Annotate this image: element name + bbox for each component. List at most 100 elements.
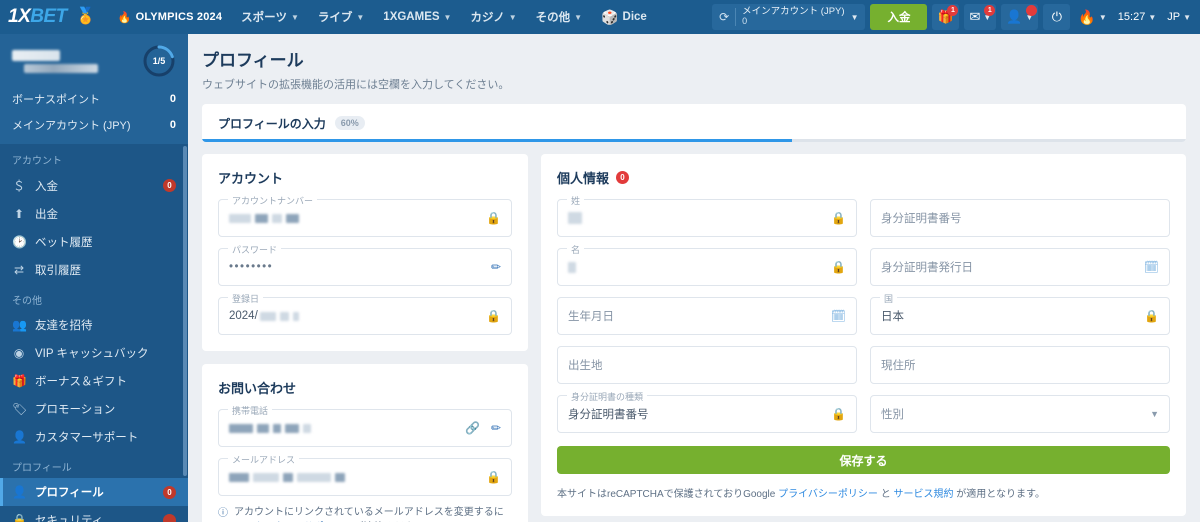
sidebar-item-bonus-gifts[interactable]: 🎁 ボーナス＆ギフト bbox=[0, 367, 188, 395]
clock-selector[interactable]: 15:27 ▼ bbox=[1115, 11, 1159, 23]
gender-select[interactable]: 性別 ▼ bbox=[870, 395, 1170, 433]
chevron-down-icon[interactable]: ▼ bbox=[1150, 409, 1159, 419]
account-name: メインアカウント (JPY) bbox=[742, 5, 845, 17]
lock-icon: 🔒 bbox=[486, 470, 501, 484]
privacy-policy-link[interactable]: プライバシーポリシー bbox=[778, 489, 878, 500]
terms-of-service-link[interactable]: サービス規約 bbox=[893, 489, 953, 500]
sidebar-section-account: アカウント bbox=[12, 156, 62, 167]
profile-progress-ring: 1/5 bbox=[142, 44, 176, 78]
pencil-icon[interactable]: ✏ bbox=[491, 421, 501, 435]
note-text: アカウントにリンクされているメールアドレスを変更するには、 bbox=[234, 507, 504, 522]
personal-info-label: 個人情報 bbox=[557, 171, 610, 186]
messages-button[interactable]: ✉ ▼ 1 bbox=[964, 4, 997, 30]
account-card: アカウント アカウントナンバー 🔒 パスワード •••••••• ✏ 登録日 2… bbox=[202, 154, 528, 351]
registration-date-value: 2024/ bbox=[229, 310, 258, 322]
firstname-masked-value bbox=[568, 261, 576, 273]
sidebar-item-label: 友達を招待 bbox=[35, 320, 93, 332]
calendar-icon[interactable]: 🗓 bbox=[1144, 260, 1159, 274]
nav-item-live[interactable]: ライブ ▼ bbox=[318, 9, 364, 25]
nav-item-sports[interactable]: スポーツ ▼ bbox=[241, 9, 299, 25]
tab-profile-input[interactable]: プロフィールの入力 bbox=[218, 115, 326, 132]
user-badge bbox=[1026, 5, 1038, 16]
sidebar-item-vip-cashback[interactable]: ◉ VIP キャッシュバック bbox=[0, 339, 188, 367]
nav-item-olympics[interactable]: 🔥 OLYMPICS 2024 bbox=[118, 11, 222, 24]
sidebar-item-label: 入金 bbox=[35, 180, 58, 193]
nav-label-casino: カジノ bbox=[470, 12, 505, 24]
account-number-field[interactable]: アカウントナンバー 🔒 bbox=[218, 194, 512, 237]
chevron-down-icon: ▼ bbox=[1148, 12, 1157, 22]
nav-label-1xgames: 1XGAMES bbox=[383, 11, 440, 23]
nav-label-other: その他 bbox=[535, 12, 571, 24]
sidebar-item-badge: 0 bbox=[163, 485, 176, 499]
gender-placeholder: 性別 bbox=[881, 409, 904, 421]
user-menu-button[interactable]: 👤 ▼ bbox=[1001, 4, 1039, 30]
id-type-value: 身分証明書番号 bbox=[568, 409, 649, 421]
mail-badge: 1 bbox=[984, 5, 996, 16]
sidebar-item-customer-support[interactable]: 👤 カスタマーサポート bbox=[0, 423, 188, 451]
chevron-down-icon: ▼ bbox=[356, 12, 365, 22]
registration-date-field[interactable]: 登録日 2024/ 🔒 bbox=[218, 292, 512, 335]
recaptcha-mid: と bbox=[877, 489, 894, 500]
field-label: アカウントナンバー bbox=[228, 194, 318, 207]
sidebar-scrollbar[interactable] bbox=[183, 146, 187, 476]
nav-item-1xgames[interactable]: 1XGAMES ▼ bbox=[383, 11, 451, 23]
birthdate-placeholder: 生年月日 bbox=[568, 311, 614, 323]
lastname-field[interactable]: 姓 🔒 bbox=[557, 194, 857, 237]
broken-link-icon[interactable]: 🔗 bbox=[465, 421, 480, 435]
mobile-phone-field[interactable]: 携帯電話 🔗 ✏ bbox=[218, 404, 512, 447]
field-label: 登録日 bbox=[228, 292, 264, 305]
left-column: アカウント アカウントナンバー 🔒 パスワード •••••••• ✏ 登録日 2… bbox=[202, 154, 528, 522]
promo-fire-button[interactable]: 🔥 ▼ bbox=[1075, 9, 1109, 26]
nav-item-dice[interactable]: 🎲 Dice bbox=[601, 10, 647, 24]
pencil-icon[interactable]: ✏ bbox=[491, 260, 501, 274]
lastname-masked-value bbox=[568, 212, 582, 224]
sidebar-item-label: プロモーション bbox=[35, 404, 116, 416]
mail-icon: ✉ bbox=[969, 9, 981, 24]
sidebar-item-withdraw[interactable]: ⬆ 出金 bbox=[0, 200, 188, 228]
refresh-icon[interactable]: ⟳ bbox=[719, 10, 729, 24]
sidebar-item-transaction-history[interactable]: ⇄ 取引履歴 bbox=[0, 256, 188, 284]
sidebar-user-card[interactable]: 1/5 bbox=[0, 34, 188, 86]
account-card-title: アカウント bbox=[218, 171, 284, 186]
field-label: 携帯電話 bbox=[228, 404, 273, 417]
save-button[interactable]: 保存する bbox=[557, 446, 1170, 474]
header-right-group: ⟳ メインアカウント (JPY) 0 ▼ 入金 🎁 1 ✉ ▼ 1 👤 ▼ ⏻ bbox=[712, 4, 1194, 30]
birthplace-field[interactable]: 出生地 bbox=[557, 346, 857, 384]
calendar-icon[interactable]: 🗓 bbox=[831, 309, 846, 323]
lock-icon: 🔒 bbox=[1144, 309, 1159, 323]
sidebar-item-label: 取引履歴 bbox=[35, 265, 81, 277]
gifts-button[interactable]: 🎁 1 bbox=[932, 4, 960, 30]
email-field[interactable]: メールアドレス 🔒 bbox=[218, 453, 512, 496]
language-selector[interactable]: JP ▼ bbox=[1164, 11, 1194, 23]
withdraw-icon: ⬆ bbox=[13, 207, 25, 221]
sidebar-item-profile[interactable]: 👤 プロフィール 0 bbox=[0, 478, 188, 506]
id-type-field[interactable]: 身分証明書の種類 身分証明書番号 🔒 bbox=[557, 390, 857, 433]
required-badge: 0 bbox=[616, 171, 630, 184]
deposit-button[interactable]: 入金 bbox=[870, 4, 928, 30]
account-selector[interactable]: ⟳ メインアカウント (JPY) 0 ▼ bbox=[712, 4, 866, 30]
id-issue-date-field[interactable]: 身分証明書発行日 🗓 bbox=[870, 248, 1170, 286]
right-column: 個人情報 0 姓 🔒 身分証明書番号 名 🔒 身分証明書発行日 🗓 生年月日 🗓… bbox=[541, 154, 1186, 522]
nav-item-other[interactable]: その他 ▼ bbox=[536, 9, 582, 25]
firstname-field[interactable]: 名 🔒 bbox=[557, 243, 857, 286]
birthdate-field[interactable]: 生年月日 🗓 bbox=[557, 297, 857, 335]
current-address-field[interactable]: 現住所 bbox=[870, 346, 1170, 384]
password-field[interactable]: パスワード •••••••• ✏ bbox=[218, 243, 512, 286]
stat-value: 0 bbox=[169, 93, 176, 105]
nav-item-casino[interactable]: カジノ ▼ bbox=[470, 9, 516, 25]
top-header: 1XBET 🏅 🔥 OLYMPICS 2024 スポーツ ▼ ライブ ▼ 1XGAM… bbox=[0, 0, 1200, 34]
sidebar-item-security[interactable]: 🔒 セキュリティ bbox=[0, 506, 188, 522]
recaptcha-post: が適用となります。 bbox=[953, 489, 1045, 500]
sidebar-item-bet-history[interactable]: 🕑 ベット履歴 bbox=[0, 228, 188, 256]
country-field[interactable]: 国 日本 🔒 bbox=[870, 292, 1170, 335]
logo-part-2: X bbox=[18, 6, 31, 27]
brand-logo[interactable]: 1XBET bbox=[8, 6, 67, 28]
recaptcha-notice: 本サイトはreCAPTCHAで保護されておりGoogle プライバシーポリシー … bbox=[557, 485, 1170, 500]
sidebar-item-promotions[interactable]: 🏷 プロモーション bbox=[0, 395, 188, 423]
sidebar-item-deposit[interactable]: ＄ 入金 0 bbox=[0, 171, 188, 200]
sidebar-stat-bonus: ボーナスポイント 0 bbox=[0, 86, 188, 112]
logout-button[interactable]: ⏻ bbox=[1043, 4, 1071, 30]
id-number-field[interactable]: 身分証明書番号 bbox=[870, 199, 1170, 237]
sidebar-item-invite-friends[interactable]: 👥 友達を招待 bbox=[0, 311, 188, 339]
contact-card-title: お問い合わせ bbox=[218, 381, 297, 396]
